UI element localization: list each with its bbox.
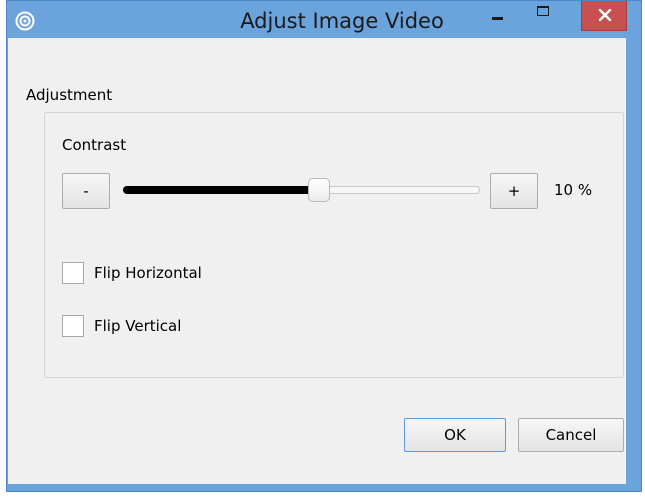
decrease-contrast-button[interactable]: - xyxy=(62,173,110,209)
flip-vertical-checkbox[interactable] xyxy=(62,315,84,337)
target-icon xyxy=(15,11,35,31)
increase-contrast-button[interactable]: + xyxy=(490,173,538,209)
flip-horizontal-label: Flip Horizontal xyxy=(94,264,202,282)
adjustment-group-box xyxy=(44,112,624,378)
maximize-button[interactable] xyxy=(527,1,561,31)
contrast-slider-fill xyxy=(123,186,320,194)
close-icon xyxy=(598,9,612,21)
title-bar[interactable]: Adjust Image Video xyxy=(7,1,641,39)
contrast-label: Contrast xyxy=(62,136,127,154)
contrast-value: 10 % xyxy=(554,181,593,199)
close-button[interactable] xyxy=(581,1,627,31)
minimize-icon xyxy=(492,17,503,20)
minimize-button[interactable] xyxy=(481,1,515,31)
contrast-slider-thumb[interactable] xyxy=(308,178,331,202)
flip-vertical-label: Flip Vertical xyxy=(94,317,182,335)
window-title: Adjust Image Video xyxy=(240,9,444,33)
ok-button[interactable]: OK xyxy=(404,418,506,452)
maximize-icon xyxy=(537,6,549,16)
adjustment-group-label: Adjustment xyxy=(26,86,113,104)
flip-horizontal-checkbox[interactable] xyxy=(62,262,84,284)
cancel-button[interactable]: Cancel xyxy=(518,418,624,452)
